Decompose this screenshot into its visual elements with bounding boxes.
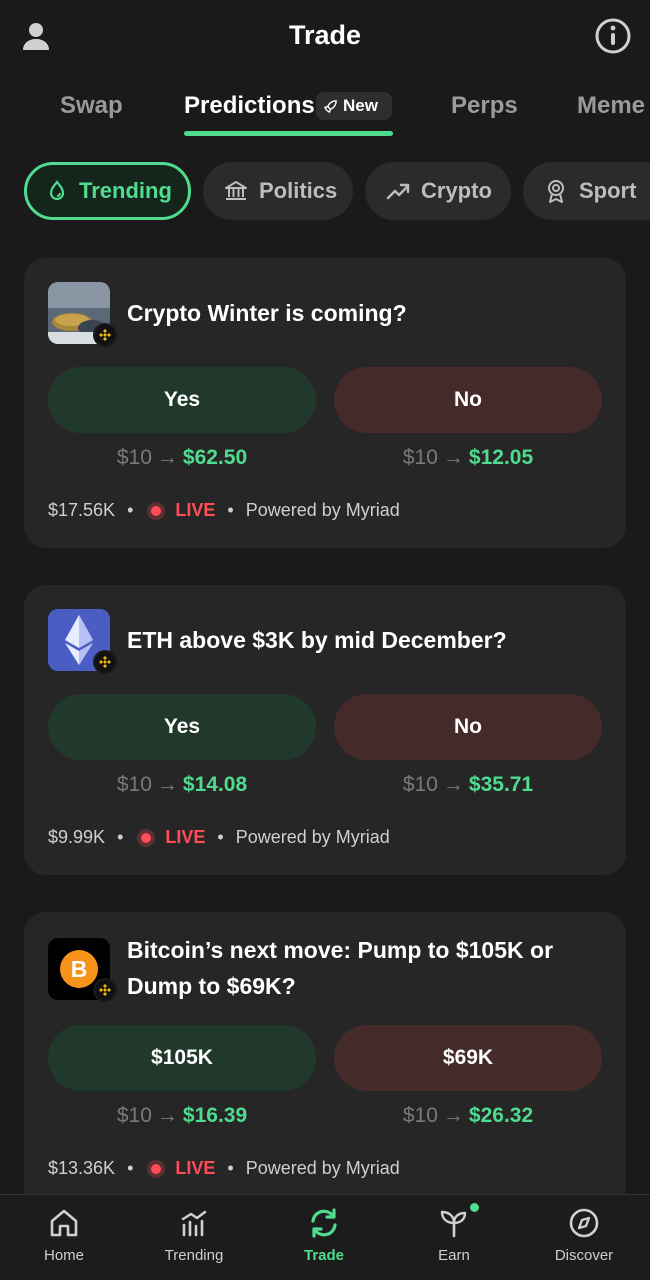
- tab-swap[interactable]: Swap: [60, 92, 123, 120]
- option-a-button[interactable]: $105K: [48, 1025, 316, 1091]
- nav-discover[interactable]: Discover: [529, 1205, 639, 1264]
- live-status: LIVE: [165, 827, 206, 847]
- bank-icon: [225, 181, 247, 200]
- bottom-nav: Home Trending Trade Earn Discover: [0, 1194, 650, 1280]
- nav-earn[interactable]: Earn: [399, 1205, 509, 1264]
- no-button[interactable]: No: [334, 367, 602, 433]
- bnb-chain-icon: [93, 323, 117, 347]
- tab-predictions[interactable]: Predictions: [184, 92, 315, 120]
- rocket-icon: [324, 99, 337, 113]
- market-meta: $17.56K • LIVE • Powered by Myriad: [48, 500, 400, 520]
- notification-dot: [470, 1203, 479, 1212]
- payout-no: $10 → $35.71: [402, 773, 534, 796]
- nav-trending[interactable]: Trending: [139, 1205, 249, 1264]
- market-card[interactable]: Crypto Winter is coming? Yes No $10 → $62.…: [24, 258, 626, 548]
- nav-home[interactable]: Home: [9, 1205, 119, 1264]
- nav-trade[interactable]: Trade: [269, 1205, 379, 1264]
- refresh-icon: [311, 1208, 337, 1238]
- payout-yes: $10 → $62.50: [116, 446, 248, 469]
- market-volume: $17.56K: [48, 500, 116, 520]
- home-icon: [50, 1209, 78, 1237]
- payout-a: $10 → $16.39: [116, 1104, 248, 1127]
- bar-chart-icon: [181, 1210, 207, 1237]
- active-tab-indicator: [184, 131, 393, 136]
- chip-label: Politics: [259, 178, 338, 203]
- live-indicator-icon: [151, 505, 162, 516]
- compass-icon: [569, 1208, 599, 1238]
- award-icon: [548, 180, 564, 203]
- live-indicator-icon: [151, 1163, 162, 1174]
- droplet-icon: [49, 180, 65, 201]
- tab-meme[interactable]: Meme: [577, 92, 645, 120]
- market-question: Dump to $69K?: [127, 973, 296, 999]
- market-card[interactable]: ETH above $3K by mid December? Yes No $1…: [24, 585, 626, 875]
- chip-trending[interactable]: Trending: [24, 162, 191, 220]
- chip-politics[interactable]: Politics: [203, 162, 353, 220]
- market-meta: $13.36K • LIVE • Powered by Myriad: [48, 1158, 400, 1178]
- powered-by: Powered by Myriad: [245, 1158, 400, 1178]
- option-b-button[interactable]: $69K: [334, 1025, 602, 1091]
- live-status: LIVE: [175, 1158, 216, 1178]
- yes-button[interactable]: Yes: [48, 694, 316, 760]
- market-meta: $9.99K • LIVE • Powered by Myriad: [48, 827, 390, 847]
- live-indicator-icon: [141, 832, 152, 843]
- sprout-icon: [440, 1210, 467, 1238]
- yes-button[interactable]: Yes: [48, 367, 316, 433]
- top-bar: Trade: [0, 0, 650, 76]
- chip-label: Crypto: [421, 178, 492, 203]
- market-card[interactable]: B Bitcoin’s next move: Pump to $105K or …: [24, 912, 626, 1212]
- new-badge-label: New: [343, 96, 378, 115]
- bnb-chain-icon: [93, 650, 117, 674]
- market-question: Bitcoin’s next move: Pump to $105K or: [127, 937, 554, 963]
- market-volume: $9.99K: [48, 827, 106, 847]
- info-icon[interactable]: [594, 17, 632, 55]
- new-badge: New: [316, 92, 392, 120]
- trend-up-icon: [386, 183, 410, 200]
- category-chips: Trending Politics Crypto Sport: [0, 160, 650, 224]
- tab-perps[interactable]: Perps: [451, 92, 518, 120]
- page-title: Trade: [288, 20, 362, 50]
- chip-crypto[interactable]: Crypto: [365, 162, 511, 220]
- market-volume: $13.36K: [48, 1158, 116, 1178]
- payout-b: $10 → $26.32: [402, 1104, 534, 1127]
- live-status: LIVE: [175, 500, 216, 520]
- bnb-chain-icon: [93, 978, 117, 1002]
- chip-label: Sport: [579, 178, 637, 203]
- powered-by: Powered by Myriad: [235, 827, 390, 847]
- no-button[interactable]: No: [334, 694, 602, 760]
- powered-by: Powered by Myriad: [245, 500, 400, 520]
- payout-no: $10 → $12.05: [402, 446, 534, 469]
- chip-sport[interactable]: Sport: [523, 162, 650, 220]
- market-question: ETH above $3K by mid December?: [127, 627, 507, 653]
- svg-text:B: B: [71, 956, 88, 982]
- chip-label: Trending: [79, 178, 172, 203]
- payout-yes: $10 → $14.08: [116, 773, 248, 796]
- market-question: Crypto Winter is coming?: [127, 300, 407, 326]
